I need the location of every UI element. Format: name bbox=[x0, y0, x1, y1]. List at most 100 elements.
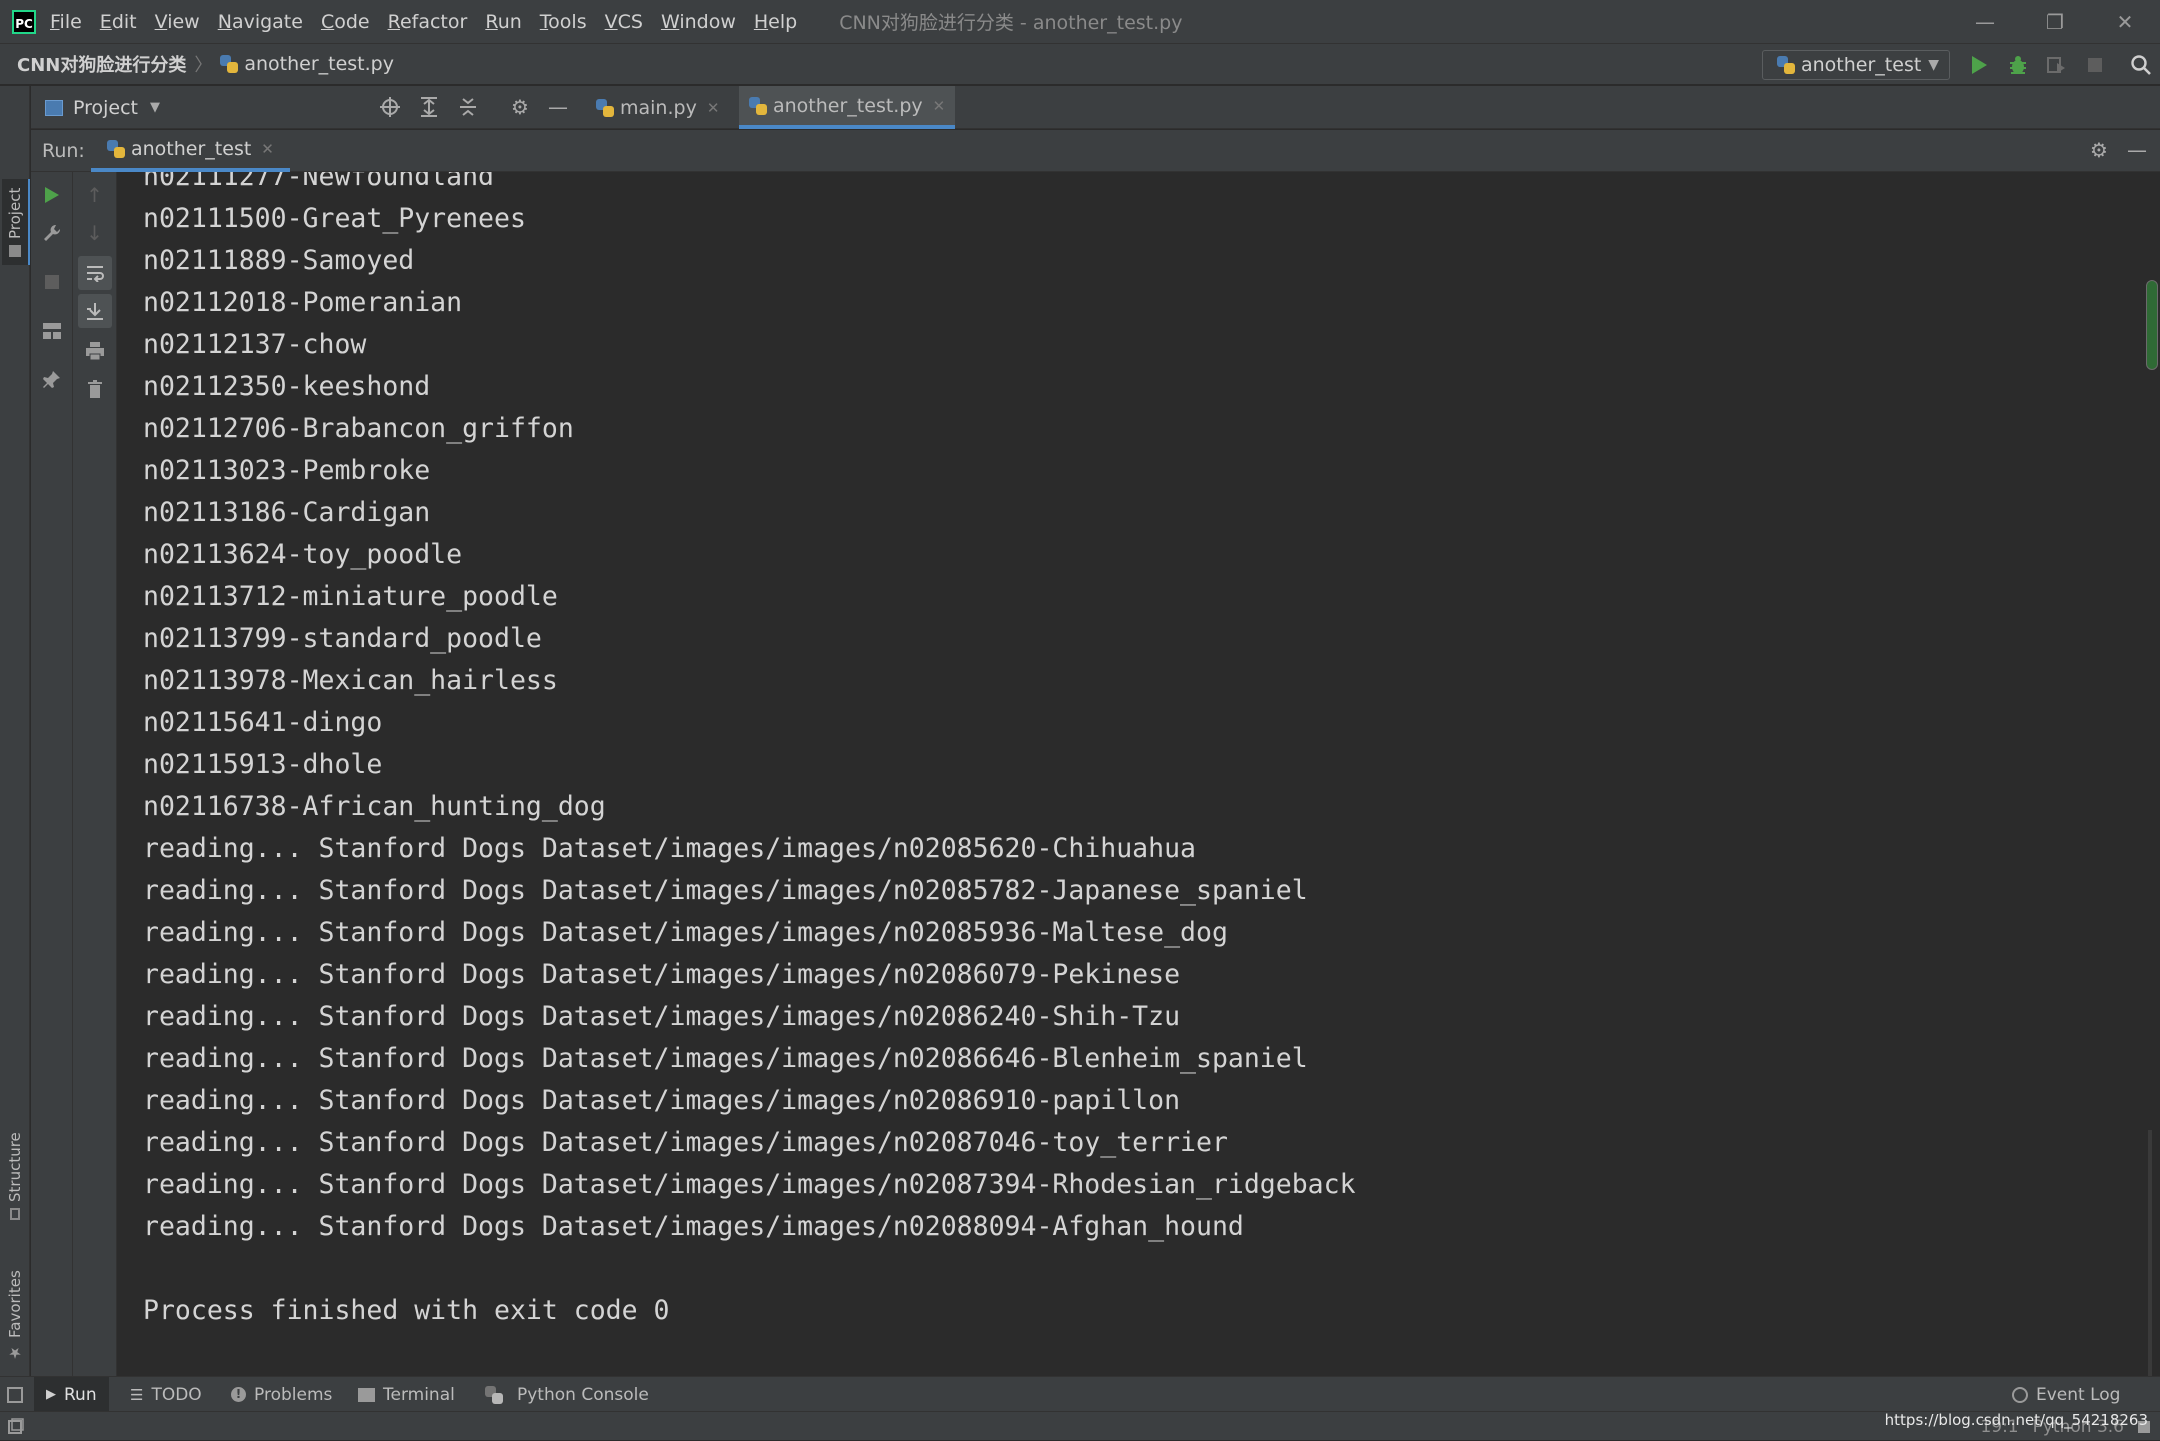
console-line: n02111889-Samoyed bbox=[143, 245, 415, 276]
close-tab-icon[interactable]: ✕ bbox=[933, 97, 946, 115]
menu-item-mnemonic: W bbox=[660, 10, 680, 33]
run-configuration-label: another_test bbox=[1801, 54, 1922, 76]
todo-tool-button[interactable]: ☰ TODO bbox=[130, 1377, 202, 1412]
chevron-down-icon: ▼ bbox=[150, 100, 161, 115]
tool-window-quick-access-icon[interactable] bbox=[8, 1418, 24, 1438]
close-tab-icon[interactable]: ✕ bbox=[707, 99, 720, 117]
run-window-label: Run: bbox=[42, 140, 85, 162]
menu-item-label: avigate bbox=[231, 10, 303, 33]
menu-item[interactable]: Run bbox=[485, 11, 521, 33]
console-line: n02112018-Pomeranian bbox=[143, 287, 463, 318]
run-toolbar-primary bbox=[31, 172, 73, 1376]
console-line: n02113186-Cardigan bbox=[143, 497, 431, 528]
stop-icon[interactable] bbox=[2082, 52, 2108, 78]
breadcrumb-project[interactable]: CNN对狗脸进行分类 bbox=[17, 51, 186, 77]
trash-icon[interactable] bbox=[73, 372, 116, 406]
menu-item[interactable]: View bbox=[155, 11, 200, 33]
menu-item[interactable]: Tools bbox=[540, 11, 587, 33]
arrow-down-icon[interactable]: ↓ bbox=[73, 216, 116, 250]
stop-icon[interactable] bbox=[31, 265, 72, 299]
project-stripe-button[interactable]: Project bbox=[2, 179, 30, 265]
soft-wrap-icon[interactable] bbox=[78, 256, 112, 290]
menu-item-mnemonic: E bbox=[99, 10, 112, 33]
search-icon[interactable] bbox=[2128, 52, 2154, 78]
project-pane-label: Project bbox=[73, 96, 139, 119]
run-icon[interactable] bbox=[1966, 52, 1992, 78]
restore-button[interactable]: ❐ bbox=[2020, 0, 2090, 43]
menu-item-label: dit bbox=[111, 10, 137, 33]
menu-item-label: CS bbox=[617, 10, 643, 33]
run-console[interactable]: n02111277-Newfoundland n02111500-Great_Py… bbox=[118, 172, 2148, 1376]
hide-icon[interactable]: — bbox=[545, 94, 571, 120]
run-tool-button[interactable]: ▶ Run bbox=[34, 1377, 109, 1412]
debug-icon[interactable] bbox=[2005, 52, 2031, 78]
scroll-to-end-icon[interactable] bbox=[78, 294, 112, 328]
console-line: Process finished with exit code 0 bbox=[143, 1295, 670, 1326]
menu-item[interactable]: Window bbox=[661, 11, 736, 33]
menu-item[interactable]: VCS bbox=[605, 11, 643, 33]
pin-icon[interactable] bbox=[31, 363, 72, 397]
rerun-icon[interactable] bbox=[31, 178, 72, 212]
window-title: CNN对狗脸进行分类 - another_test.py bbox=[839, 12, 1183, 34]
minimize-button[interactable]: — bbox=[1950, 0, 2020, 43]
breadcrumb-file[interactable]: another_test.py bbox=[220, 53, 394, 75]
pycharm-logo-icon: PC bbox=[12, 9, 36, 34]
menu-item-label: ools bbox=[548, 10, 587, 33]
favorites-stripe-button[interactable]: ★ Favorites bbox=[2, 1261, 28, 1371]
tab-main-py[interactable]: main.py ✕ bbox=[586, 86, 729, 129]
console-line: n02112706-Brabancon_griffon bbox=[143, 413, 574, 444]
console-scrollbar-track[interactable] bbox=[2148, 1130, 2152, 1376]
menu-item-mnemonic: R bbox=[387, 10, 400, 33]
toggle-tool-windows-icon[interactable] bbox=[0, 1377, 30, 1412]
layout-icon[interactable] bbox=[31, 314, 72, 348]
event-log-icon bbox=[2012, 1386, 2028, 1403]
close-window-button[interactable]: ✕ bbox=[2090, 0, 2160, 43]
console-line: n02113624-toy_poodle bbox=[143, 539, 463, 570]
menu-item[interactable]: File bbox=[50, 11, 82, 33]
structure-stripe-label: Structure bbox=[6, 1132, 24, 1202]
console-line: reading... Stanford Dogs Dataset/images/… bbox=[143, 959, 1181, 990]
coverage-icon[interactable] bbox=[2043, 52, 2069, 78]
structure-stripe-button[interactable]: Structure bbox=[2, 1126, 28, 1226]
menu-item-mnemonic: H bbox=[753, 10, 769, 33]
menu-item[interactable]: Help bbox=[754, 11, 797, 33]
console-line: reading... Stanford Dogs Dataset/images/… bbox=[143, 1169, 1356, 1200]
run-tab-another-test[interactable]: another_test ✕ bbox=[91, 130, 290, 172]
menu-item-mnemonic: V bbox=[604, 10, 618, 33]
console-scrollbar-thumb[interactable] bbox=[2146, 280, 2158, 370]
menu-item-label: efactor bbox=[399, 10, 468, 33]
console-line: reading... Stanford Dogs Dataset/images/… bbox=[143, 1127, 1228, 1158]
python-console-tool-button[interactable]: Python Console bbox=[485, 1377, 649, 1412]
print-icon[interactable] bbox=[73, 334, 116, 368]
console-line: n02113978-Mexican_hairless bbox=[143, 665, 558, 696]
gear-icon[interactable]: ⚙ bbox=[2086, 137, 2112, 163]
hide-icon[interactable]: — bbox=[2124, 137, 2150, 163]
menu-item[interactable]: Code bbox=[321, 11, 370, 33]
expand-all-icon[interactable] bbox=[416, 94, 442, 120]
close-tab-icon[interactable]: ✕ bbox=[261, 140, 274, 158]
collapse-all-icon[interactable] bbox=[455, 94, 481, 120]
locate-icon[interactable] bbox=[377, 94, 403, 120]
main-menu: File Edit View Navigate Code Refactor Run Tools… bbox=[50, 11, 815, 33]
console-line: reading... Stanford Dogs Dataset/images/… bbox=[143, 875, 1308, 906]
breadcrumb-file-label: another_test.py bbox=[244, 53, 394, 75]
menu-item[interactable]: Refactor bbox=[388, 11, 468, 33]
console-line: n02116738-African_hunting_dog bbox=[143, 791, 606, 822]
terminal-tool-button[interactable]: Terminal bbox=[358, 1377, 455, 1412]
problems-tool-button[interactable]: ! Problems bbox=[231, 1377, 332, 1412]
wrench-icon[interactable] bbox=[31, 216, 72, 250]
run-configuration-selector[interactable]: another_test ▼ bbox=[1762, 50, 1950, 80]
event-log-tool-button[interactable]: Event Log bbox=[2012, 1377, 2120, 1412]
menu-item[interactable]: Edit bbox=[100, 11, 137, 33]
python-console-tool-label: Python Console bbox=[517, 1384, 649, 1405]
run-tab-label: another_test bbox=[131, 138, 252, 160]
project-view-selector[interactable]: Project ▼ bbox=[45, 86, 160, 129]
tab-another-test-py[interactable]: another_test.py ✕ bbox=[739, 86, 956, 129]
run-icon: ▶ bbox=[46, 1387, 56, 1402]
run-tool-label: Run bbox=[64, 1384, 97, 1405]
python-console-icon bbox=[485, 1385, 503, 1404]
gear-icon[interactable]: ⚙ bbox=[507, 94, 533, 120]
tool-header-row: Project ▼ ⚙ — main.py ✕ another_test.py … bbox=[31, 86, 2160, 129]
arrow-up-icon[interactable]: ↑ bbox=[73, 178, 116, 212]
menu-item[interactable]: Navigate bbox=[218, 11, 303, 33]
